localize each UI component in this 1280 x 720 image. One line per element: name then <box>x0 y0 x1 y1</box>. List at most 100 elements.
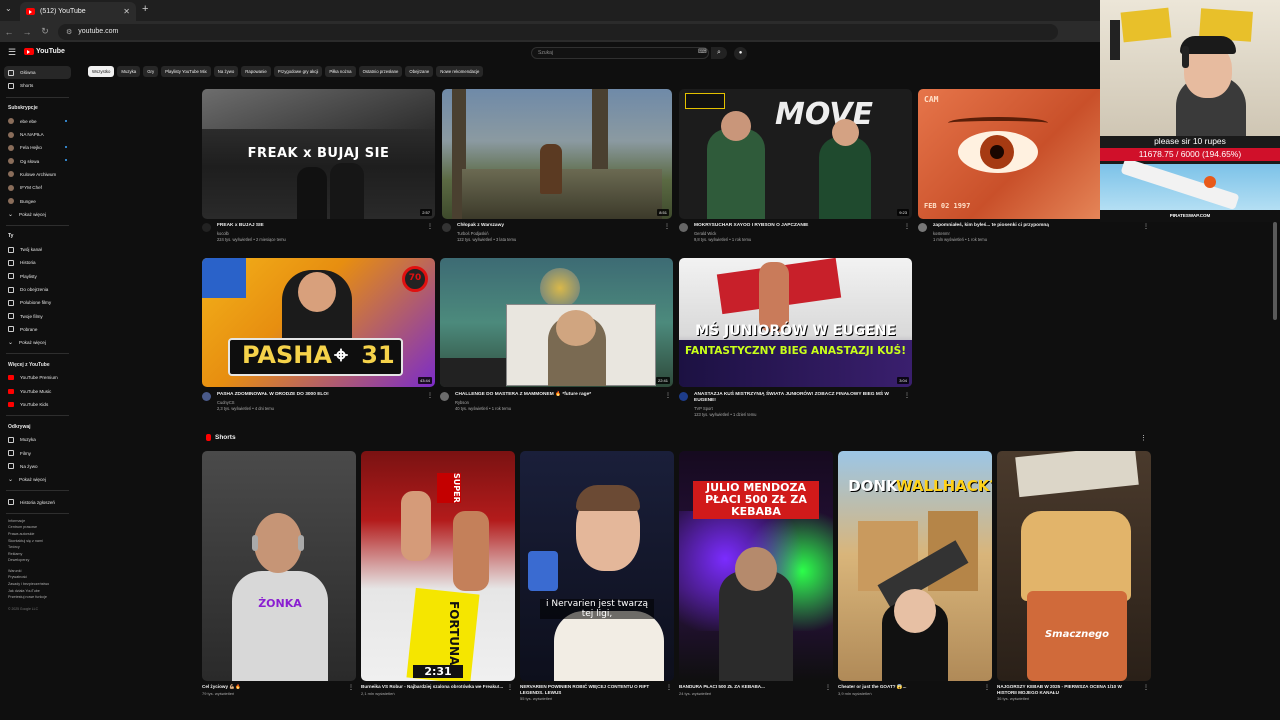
more-options-icon[interactable]: ⋮ <box>825 684 831 691</box>
menu-icon[interactable]: ☰ <box>8 47 16 58</box>
footer-link[interactable]: Jak działa YouTube <box>8 588 75 595</box>
channel-name[interactable]: kostenmr <box>933 231 950 236</box>
keyboard-icon[interactable]: ⌨ <box>698 48 707 55</box>
address-bar[interactable]: ⚙ youtube.com <box>58 23 1058 40</box>
sidebar-item[interactable]: IFYM Chef <box>0 181 75 194</box>
sidebar-item[interactable]: Filmy <box>0 447 75 460</box>
video-title[interactable]: ANASTAZJA KUŚ MISTRZYNIĄ ŚWIATA JUNIORÓW… <box>694 392 902 404</box>
sidebar-item[interactable]: Muzyka <box>0 433 75 446</box>
footer-link[interactable]: Zasady i bezpieczeństwo <box>8 581 75 588</box>
more-options-icon[interactable]: ⋮ <box>984 684 990 691</box>
video-title[interactable]: FREAK x BUJAJ SIE <box>217 223 425 229</box>
video-title[interactable]: zapomniałeś, kim byłeś... te piosenki ci… <box>933 223 1141 229</box>
short-thumbnail[interactable]: DONK WALLHACK? <box>838 451 992 681</box>
more-options-icon[interactable]: ⋮ <box>1143 223 1149 230</box>
footer-link[interactable]: Skontaktuj się z nami <box>8 538 75 545</box>
sidebar-item[interactable]: Do obejrzenia <box>0 283 75 296</box>
more-options-icon[interactable]: ⋮ <box>904 392 910 399</box>
footer-link[interactable]: Przetestuj nowe funkcje <box>8 594 75 601</box>
video-thumbnail[interactable]: MŚ JUNIORÓW W EUGENE FANTASTYCZNY BIEG A… <box>679 258 912 387</box>
channel-avatar[interactable] <box>202 392 211 401</box>
short-title[interactable]: BANDURA PŁACI 500 ZŁ ZA KEBABA... <box>679 684 833 690</box>
channel-avatar[interactable] <box>440 392 449 401</box>
short-thumbnail[interactable]: SUPER FORTUNA 2:31 <box>361 451 515 681</box>
video-thumbnail[interactable]: 8:51 <box>442 89 672 219</box>
footer-link[interactable]: Informacje <box>8 518 75 525</box>
channel-avatar[interactable] <box>918 223 927 232</box>
sidebar-item[interactable]: YouTube Music <box>0 385 75 398</box>
channel-name[interactable]: Gerald Wick <box>694 231 716 236</box>
sidebar-item[interactable]: YouTube Premium <box>0 371 75 384</box>
page-scrollbar[interactable] <box>1273 222 1277 320</box>
tab-list-icon[interactable]: ⌄ <box>5 4 12 13</box>
channel-name[interactable]: TVP Sport <box>694 406 713 411</box>
sidebar-item-home[interactable]: Główna <box>4 66 71 80</box>
channel-name[interactable]: Turboś Podjaskiń <box>457 231 488 236</box>
video-title[interactable]: MOKRYSUCHAR XAYOO I RYBSON O JAPCZANIE <box>694 223 902 229</box>
footer-link[interactable]: Warunki <box>8 568 75 575</box>
short-thumbnail[interactable]: Smacznego <box>997 451 1151 681</box>
short-thumbnail[interactable]: i Nervarien jest twarzą tej ligi, <box>520 451 674 681</box>
filter-chip[interactable]: Na żywo <box>213 66 239 77</box>
more-options-icon[interactable]: ⋮ <box>666 684 672 691</box>
short-title[interactable]: NAJGORSZY KEBAB W 2025 - PIERWSZA OCENA … <box>997 684 1151 695</box>
sidebar-item[interactable]: Na żywo <box>0 460 75 473</box>
more-options-icon[interactable]: ⋮ <box>1140 434 1147 442</box>
sidebar-item[interactable]: Bungee <box>0 194 75 207</box>
filter-chip[interactable]: Wszystko <box>88 66 115 77</box>
filter-chip[interactable]: Przygodowe gry akcji <box>273 66 323 77</box>
more-options-icon[interactable]: ⋮ <box>348 684 354 691</box>
footer-link[interactable]: Prawa autorskie <box>8 531 75 538</box>
channel-name[interactable]: CudnyCS <box>217 400 235 405</box>
sidebar-item[interactable]: ⌄ Pokaż więcej <box>0 336 75 349</box>
more-options-icon[interactable]: ⋮ <box>904 223 910 230</box>
video-thumbnail[interactable]: 22:41 <box>440 258 673 387</box>
more-options-icon[interactable]: ⋮ <box>507 684 513 691</box>
footer-link[interactable]: Centrum prasowe <box>8 524 75 531</box>
forward-icon[interactable]: → <box>18 27 36 37</box>
sidebar-item[interactable]: Pobrane <box>0 323 75 336</box>
browser-tab[interactable]: (512) YouTube ✕ <box>20 2 136 21</box>
video-thumbnail[interactable]: 70 PASHA ⌖ 31 43:44 <box>202 258 435 387</box>
reload-icon[interactable]: ↻ <box>36 26 54 37</box>
sidebar-item[interactable]: Polubione filmy <box>0 296 75 309</box>
filter-chip[interactable]: Muzyka <box>117 66 141 77</box>
more-options-icon[interactable]: ⋮ <box>1143 684 1149 691</box>
footer-link[interactable]: Prywatność <box>8 574 75 581</box>
channel-avatar[interactable] <box>202 223 211 232</box>
short-thumbnail[interactable]: ŻONKA <box>202 451 356 681</box>
more-options-icon[interactable]: ⋮ <box>664 223 670 230</box>
channel-name[interactable]: Rybson <box>455 400 469 405</box>
short-title[interactable]: Cel życiowy 💪🏼🔥 <box>202 684 356 690</box>
search-input[interactable]: Szukaj <box>531 47 709 59</box>
video-thumbnail[interactable]: FREAK x BUJAJ SIE 2:57 <box>202 89 435 219</box>
site-info-icon[interactable]: ⚙ <box>66 28 72 36</box>
video-title[interactable]: Chłopak z Warszawy <box>457 223 662 229</box>
sidebar-item[interactable]: Kulowe Archiwum <box>0 168 75 181</box>
filter-chip[interactable]: Piłka nożna <box>325 66 356 77</box>
sidebar-section-subscriptions[interactable]: Subskrypcje <box>0 102 75 115</box>
filter-chip[interactable]: Playlisty YouTube Mix <box>161 66 211 77</box>
sidebar-item[interactable]: NA NAPIŁA <box>0 128 75 141</box>
footer-link[interactable]: Twórcy <box>8 544 75 551</box>
sidebar-item[interactable]: Playlisty <box>0 270 75 283</box>
sidebar-item[interactable]: ⌄ Pokaż więcej <box>0 473 75 486</box>
short-title[interactable]: NERVARIEN POWINIEN ROBIĆ WIĘCEJ CONTENTU… <box>520 684 674 695</box>
sidebar-item[interactable]: YouTube Kids <box>0 398 75 411</box>
channel-avatar[interactable] <box>679 223 688 232</box>
footer-link[interactable]: Deweloperzy <box>8 557 75 564</box>
channel-avatar[interactable] <box>442 223 451 232</box>
short-title[interactable]: Burneika VS Robur - Najbardziej szalona … <box>361 684 515 690</box>
short-thumbnail[interactable]: JULIO MENDOZA PŁACI 500 ZŁ ZA KEBABA <box>679 451 833 681</box>
channel-avatar[interactable] <box>679 392 688 401</box>
sidebar-item[interactable]: Twój kanał <box>0 243 75 256</box>
sidebar-item[interactable]: Og słowa <box>0 154 75 167</box>
video-title[interactable]: CHALLENGE DO MASTERA Z MAMMONEM 🔥 *futur… <box>455 392 663 398</box>
voice-search-button[interactable]: ● <box>734 47 747 60</box>
sidebar-item[interactable]: Twoje filmy <box>0 309 75 322</box>
sidebar-item[interactable]: Historia <box>0 256 75 269</box>
filter-chip[interactable]: Gry <box>143 66 159 77</box>
new-tab-icon[interactable]: + <box>142 3 148 15</box>
filter-chip[interactable]: Ostatnio przesłane <box>358 66 403 77</box>
more-options-icon[interactable]: ⋮ <box>665 392 671 399</box>
